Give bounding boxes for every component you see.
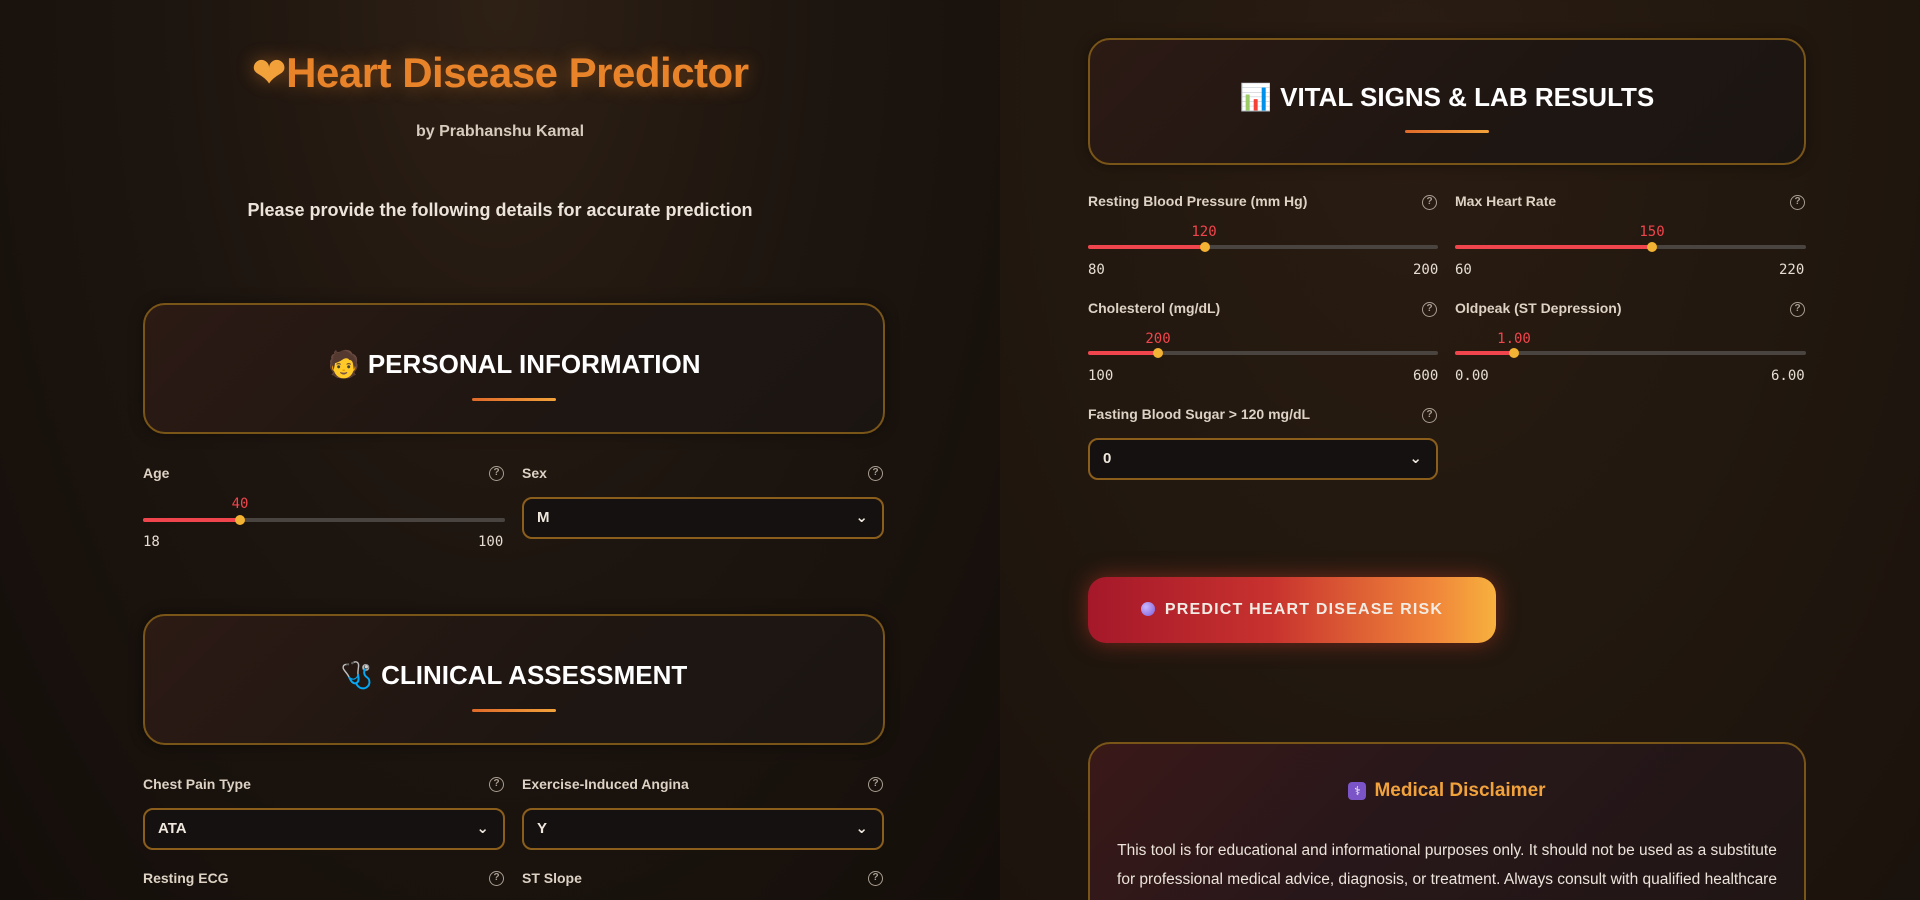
stethoscope-icon: 🩺 bbox=[340, 660, 374, 690]
predict-button[interactable]: PREDICT HEART DISEASE RISK bbox=[1088, 577, 1496, 643]
exercise-angina-select[interactable]: Y ⌄ bbox=[522, 808, 884, 850]
help-icon[interactable]: ? bbox=[489, 871, 504, 886]
oldpeak-slider-thumb[interactable] bbox=[1508, 348, 1519, 358]
oldpeak-slider-fill bbox=[1455, 351, 1514, 355]
help-icon[interactable]: ? bbox=[489, 466, 504, 481]
section-underline bbox=[472, 398, 556, 401]
oldpeak-slider-max: 6.00 bbox=[1771, 368, 1805, 384]
oldpeak-label: Oldpeak (ST Depression) bbox=[1455, 300, 1622, 316]
chevron-down-icon: ⌄ bbox=[855, 509, 868, 526]
max-hr-slider-min: 60 bbox=[1455, 262, 1472, 278]
cholesterol-slider-fill bbox=[1088, 351, 1158, 355]
resting-bp-slider-thumb[interactable] bbox=[1199, 242, 1210, 252]
app-title: ❤Heart Disease Predictor bbox=[0, 48, 1000, 97]
help-icon[interactable]: ? bbox=[868, 466, 883, 481]
clinical-assessment-card: 🩺 CLINICAL ASSESSMENT bbox=[143, 614, 885, 745]
cholesterol-slider[interactable] bbox=[1088, 348, 1438, 358]
age-slider-fill bbox=[143, 518, 241, 522]
vital-signs-card: 📊 VITAL SIGNS & LAB RESULTS bbox=[1088, 38, 1806, 165]
st-slope-label: ST Slope bbox=[522, 870, 582, 886]
max-hr-slider-fill bbox=[1455, 245, 1653, 249]
cholesterol-slider-value: 200 bbox=[1145, 331, 1171, 347]
cholesterol-slider-max: 600 bbox=[1413, 368, 1439, 384]
predict-button-label: PREDICT HEART DISEASE RISK bbox=[1164, 601, 1444, 618]
oldpeak-slider-min: 0.00 bbox=[1455, 368, 1489, 384]
personal-info-title-text: PERSONAL INFORMATION bbox=[367, 349, 701, 379]
disclaimer-title: ⚕ Medical Disclaimer bbox=[1090, 780, 1804, 802]
help-icon[interactable]: ? bbox=[1422, 195, 1437, 210]
exercise-angina-select-value: Y bbox=[537, 820, 548, 837]
help-icon[interactable]: ? bbox=[489, 777, 504, 792]
exercise-angina-label: Exercise-Induced Angina bbox=[522, 776, 689, 792]
fasting-bs-select[interactable]: 0 ⌄ bbox=[1088, 438, 1438, 480]
help-icon[interactable]: ? bbox=[1790, 195, 1805, 210]
max-hr-slider-max: 220 bbox=[1779, 262, 1805, 278]
chest-pain-select[interactable]: ATA ⌄ bbox=[143, 808, 505, 850]
help-icon[interactable]: ? bbox=[1790, 302, 1805, 317]
chevron-down-icon: ⌄ bbox=[855, 820, 868, 837]
resting-bp-slider-max: 200 bbox=[1413, 262, 1439, 278]
resting-bp-slider-value: 120 bbox=[1191, 224, 1217, 240]
cholesterol-label: Cholesterol (mg/dL) bbox=[1088, 300, 1221, 316]
chest-pain-label: Chest Pain Type bbox=[143, 776, 251, 792]
chest-pain-select-value: ATA bbox=[158, 820, 187, 837]
max-hr-label: Max Heart Rate bbox=[1455, 193, 1557, 209]
max-hr-slider-value: 150 bbox=[1639, 224, 1665, 240]
personal-info-title: 🧑 PERSONAL INFORMATION bbox=[145, 349, 883, 380]
disclaimer-text: This tool is for educational and informa… bbox=[1117, 842, 1777, 888]
oldpeak-slider[interactable] bbox=[1455, 348, 1806, 358]
age-label: Age bbox=[143, 465, 170, 481]
chevron-down-icon: ⌄ bbox=[476, 820, 489, 837]
resting-bp-slider[interactable] bbox=[1088, 242, 1438, 252]
help-icon[interactable]: ? bbox=[868, 777, 883, 792]
max-hr-slider[interactable] bbox=[1455, 242, 1806, 252]
age-slider-max: 100 bbox=[478, 534, 504, 550]
age-slider-value: 40 bbox=[231, 496, 249, 512]
fasting-bs-select-value: 0 bbox=[1103, 450, 1112, 467]
crystal-ball-icon bbox=[1140, 602, 1155, 616]
disclaimer-card: ⚕ Medical Disclaimer This tool is for edu… bbox=[1088, 742, 1806, 900]
section-underline bbox=[1405, 130, 1489, 133]
bar-chart-icon: 📊 bbox=[1239, 82, 1273, 112]
age-slider-thumb[interactable] bbox=[235, 515, 246, 525]
cholesterol-slider-thumb[interactable] bbox=[1153, 348, 1163, 358]
byline: by Prabhanshu Kamal bbox=[415, 123, 585, 140]
help-icon[interactable]: ? bbox=[1422, 408, 1437, 423]
resting-bp-slider-min: 80 bbox=[1088, 262, 1105, 278]
help-icon[interactable]: ? bbox=[868, 871, 883, 886]
chevron-down-icon: ⌄ bbox=[1409, 450, 1422, 467]
sex-select-value: M bbox=[537, 509, 550, 526]
age-slider-min: 18 bbox=[143, 534, 160, 550]
vital-signs-title-text: VITAL SIGNS & LAB RESULTS bbox=[1280, 82, 1655, 112]
help-icon[interactable]: ? bbox=[1422, 302, 1437, 317]
sex-label: Sex bbox=[522, 465, 547, 481]
resting-bp-label: Resting Blood Pressure (mm Hg) bbox=[1088, 193, 1308, 209]
age-slider[interactable] bbox=[143, 515, 505, 525]
vital-signs-title: 📊 VITAL SIGNS & LAB RESULTS bbox=[1090, 82, 1804, 113]
resting-ecg-label: Resting ECG bbox=[143, 870, 229, 886]
oldpeak-slider-value: 1.00 bbox=[1497, 331, 1531, 347]
cholesterol-slider-min: 100 bbox=[1088, 368, 1114, 384]
person-icon: 🧑 bbox=[327, 349, 360, 379]
section-underline bbox=[472, 709, 556, 712]
app-title-text: Heart Disease Predictor bbox=[286, 49, 749, 96]
personal-info-card: 🧑 PERSONAL INFORMATION bbox=[143, 303, 885, 434]
clinical-assessment-title-text: CLINICAL ASSESSMENT bbox=[381, 660, 688, 690]
intro-text: Please provide the following details for… bbox=[247, 200, 753, 220]
disclaimer-title-text: Medical Disclaimer bbox=[1374, 780, 1546, 801]
sex-select[interactable]: M ⌄ bbox=[522, 497, 884, 539]
resting-bp-slider-fill bbox=[1088, 245, 1205, 249]
heart-icon: ❤ bbox=[251, 49, 287, 96]
clinical-assessment-title: 🩺 CLINICAL ASSESSMENT bbox=[145, 660, 883, 691]
fasting-bs-label: Fasting Blood Sugar > 120 mg/dL bbox=[1088, 406, 1311, 422]
medical-icon: ⚕ bbox=[1348, 782, 1367, 800]
